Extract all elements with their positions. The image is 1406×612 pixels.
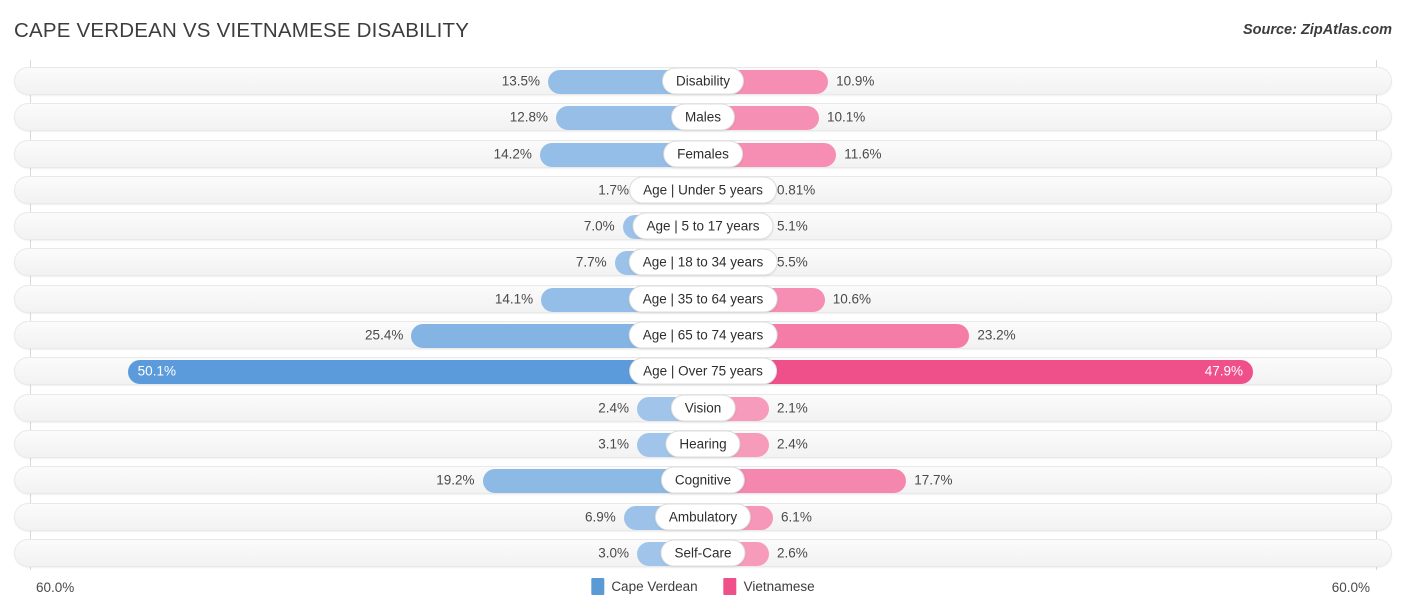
value-label-left: 14.1%: [494, 291, 534, 307]
chart-row: 25.4% 23.2% Age | 65 to 74 years: [14, 321, 1392, 350]
value-label-right: 0.81%: [777, 182, 816, 198]
value-label-right: 23.2%: [977, 327, 1016, 343]
value-label-right: 10.9%: [836, 73, 875, 89]
category-label: Age | 18 to 34 years: [628, 248, 778, 276]
category-label: Self-Care: [660, 539, 746, 567]
value-label-left: 12.8%: [509, 109, 549, 125]
value-label-right: 10.1%: [826, 109, 866, 125]
chart-row: 3.0% 2.6% Self-Care: [14, 538, 1392, 567]
value-label-left: 19.2%: [436, 472, 475, 488]
chart-row: 7.0% 5.1% Age | 5 to 17 years: [14, 212, 1392, 241]
value-label-left: 3.0%: [598, 545, 629, 561]
chart-header: CAPE VERDEAN VS VIETNAMESE DISABILITY So…: [0, 0, 1406, 58]
legend-item[interactable]: Cape Verdean: [591, 578, 698, 595]
value-label-right: 10.6%: [832, 291, 871, 307]
source-attribution: Source: ZipAtlas.com: [1242, 22, 1392, 38]
value-label-right: 2.4%: [777, 436, 808, 452]
category-label: Age | Under 5 years: [629, 176, 777, 204]
category-label: Ambulatory: [654, 503, 752, 531]
bar-left-cape-verdean: [127, 360, 703, 385]
chart-rows: 13.5% 10.9% Disability 12.8% 10.1% Males 14.2%…: [14, 67, 1392, 575]
category-label: Hearing: [665, 430, 741, 458]
category-label: Females: [663, 140, 743, 168]
legend-label: Cape Verdean: [611, 579, 698, 594]
category-label: Males: [670, 103, 736, 131]
value-label-right: 11.6%: [844, 146, 882, 162]
chart-row: 14.1% 10.6% Age | 35 to 64 years: [14, 284, 1392, 313]
category-label: Cognitive: [660, 466, 746, 494]
chart-row: 14.2% 11.6% Females: [14, 139, 1392, 168]
chart-row: 50.1% 47.9% Age | Over 75 years: [14, 357, 1392, 386]
bar-right-vietnamese: [703, 360, 1254, 385]
value-label-left: 2.4%: [598, 400, 629, 416]
value-label-right: 17.7%: [914, 472, 953, 488]
chart-legend: Cape Verdean Vietnamese: [591, 578, 815, 595]
value-label-left: 7.7%: [575, 254, 607, 270]
value-label-right: 5.1%: [777, 218, 808, 234]
diverging-bar-chart: 13.5% 10.9% Disability 12.8% 10.1% Males 14.2%…: [0, 60, 1406, 570]
axis-max-right: 60.0%: [1331, 580, 1370, 595]
axis-max-left: 60.0%: [36, 580, 75, 595]
chart-row: 1.7% 0.81% Age | Under 5 years: [14, 175, 1392, 204]
category-label: Age | 65 to 74 years: [628, 321, 778, 349]
value-label-left: 13.5%: [501, 73, 540, 89]
legend-label: Vietnamese: [743, 579, 815, 594]
value-label-left: 3.1%: [598, 436, 629, 452]
page-title: CAPE VERDEAN VS VIETNAMESE DISABILITY: [14, 19, 470, 42]
legend-swatch-icon: [723, 578, 737, 595]
category-label: Age | 5 to 17 years: [632, 212, 774, 240]
value-label-right: 2.1%: [777, 400, 808, 416]
chart-row: 2.4% 2.1% Vision: [14, 393, 1392, 422]
value-label-right: 47.9%: [1204, 363, 1244, 379]
legend-swatch-icon: [591, 578, 605, 595]
value-label-left: 6.9%: [584, 509, 616, 525]
value-label-left: 1.7%: [598, 182, 629, 198]
chart-row: 3.1% 2.4% Hearing: [14, 429, 1392, 458]
category-label: Disability: [661, 67, 745, 95]
value-label-left: 25.4%: [365, 327, 404, 343]
chart-row: 19.2% 17.7% Cognitive: [14, 466, 1392, 495]
chart-row: 12.8% 10.1% Males: [14, 103, 1392, 132]
category-label: Age | Over 75 years: [629, 357, 777, 385]
chart-row: 6.9% 6.1% Ambulatory: [14, 502, 1392, 531]
value-label-right: 6.1%: [781, 509, 812, 525]
chart-footer: 60.0% 60.0% Cape Verdean Vietnamese: [0, 572, 1406, 612]
value-label-right: 2.6%: [777, 545, 808, 561]
value-label-left: 7.0%: [583, 218, 615, 234]
value-label-left: 50.1%: [137, 363, 176, 379]
legend-item[interactable]: Vietnamese: [723, 578, 815, 595]
value-label-right: 5.5%: [777, 254, 808, 270]
category-label: Vision: [670, 394, 736, 422]
chart-row: 7.7% 5.5% Age | 18 to 34 years: [14, 248, 1392, 277]
value-label-left: 14.2%: [493, 146, 532, 162]
category-label: Age | 35 to 64 years: [628, 285, 778, 313]
chart-row: 13.5% 10.9% Disability: [14, 67, 1392, 95]
